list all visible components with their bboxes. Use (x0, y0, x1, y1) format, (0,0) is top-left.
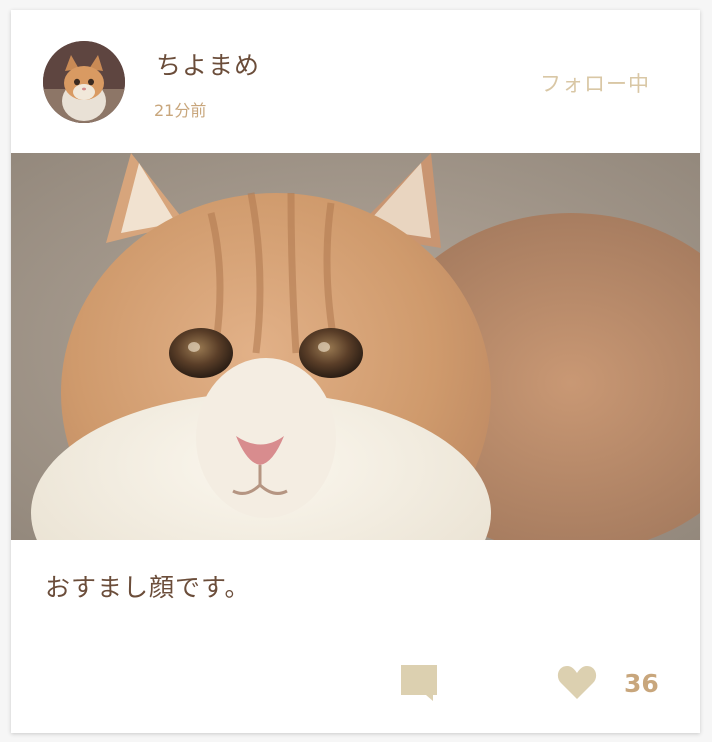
post-photo[interactable] (11, 153, 700, 540)
like-button[interactable] (557, 664, 597, 700)
user-avatar[interactable] (43, 41, 125, 123)
username[interactable]: ちよまめ (156, 46, 260, 82)
comment-icon (401, 665, 437, 701)
like-count: 36 (624, 669, 659, 698)
post-card: ちよまめ 21分前 フォロー中 おすまし顔です。 36 (11, 10, 700, 733)
post-header: ちよまめ 21分前 フォロー中 (11, 10, 700, 153)
cat-photo-image (11, 153, 700, 540)
comment-button[interactable] (400, 664, 438, 702)
heart-icon (557, 666, 597, 699)
post-caption: おすまし顔です。 (45, 573, 251, 602)
avatar-cat-image (43, 41, 125, 123)
follow-button[interactable]: フォロー中 (540, 68, 650, 98)
post-timestamp: 21分前 (154, 101, 207, 120)
